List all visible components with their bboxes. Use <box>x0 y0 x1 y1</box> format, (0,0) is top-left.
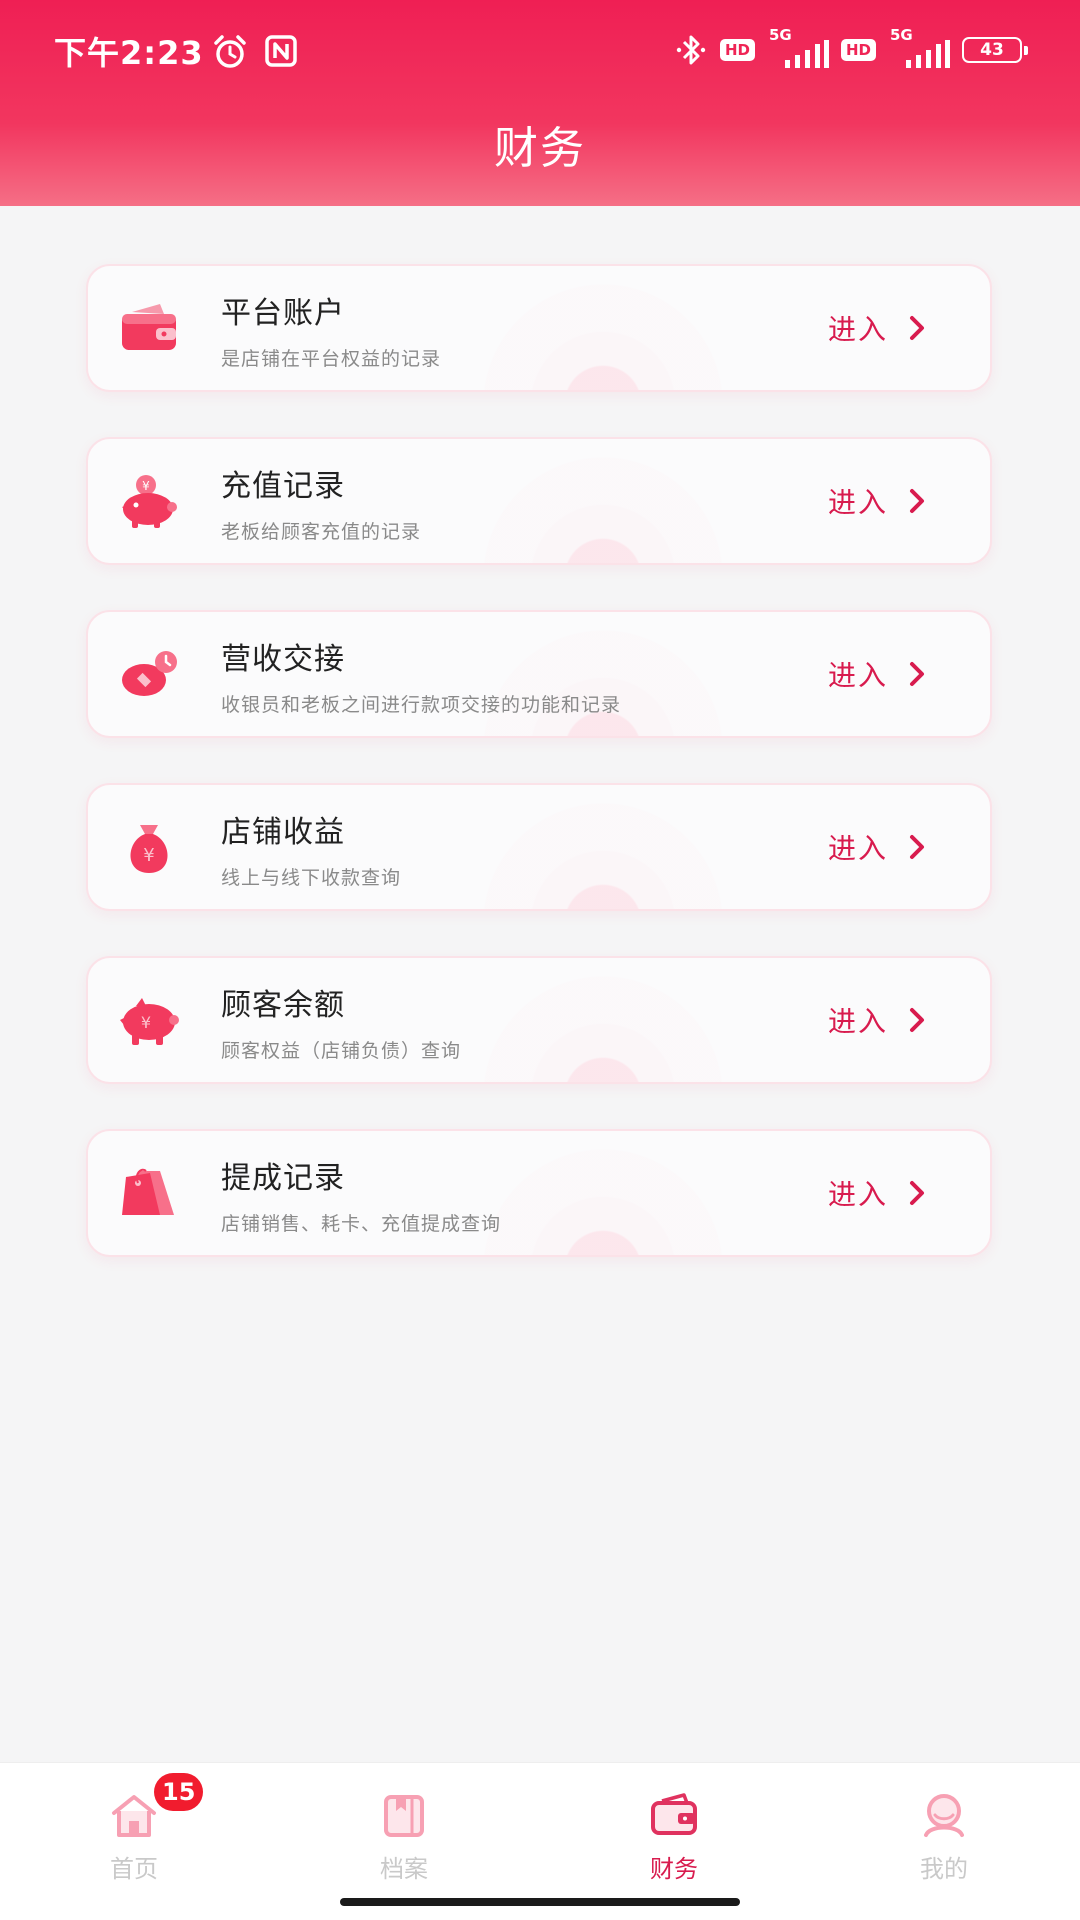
nav-label: 首页 <box>110 1855 158 1883</box>
archive-icon <box>384 1795 424 1837</box>
card-title: 平台账户 <box>221 296 345 331</box>
card-title: 顾客余额 <box>221 988 345 1023</box>
piggy-bank-coin-icon: ¥ <box>122 475 177 528</box>
wallet-icon <box>122 304 176 350</box>
home-indicator[interactable] <box>340 1898 740 1906</box>
enter-button[interactable]: 进入 <box>828 827 928 867</box>
card-subtitle: 店铺销售、耗卡、充值提成查询 <box>221 1213 502 1235</box>
card-watermark <box>483 976 723 1082</box>
chevron-right-icon <box>910 835 924 859</box>
money-bag-icon: ¥ <box>130 825 168 873</box>
svg-text:¥: ¥ <box>142 479 150 493</box>
card-subtitle: 顾客权益（店铺负债）查询 <box>221 1040 462 1062</box>
nav-label: 财务 <box>650 1855 698 1883</box>
page-title: 财务 <box>494 123 586 174</box>
signal-bars-icon <box>784 40 829 68</box>
card-subtitle: 老板给顾客充值的记录 <box>221 521 422 543</box>
nav-item-finance[interactable]: 财务 <box>574 1763 774 1883</box>
piggy-bank-icon: ¥ <box>120 998 179 1045</box>
notification-badge: 15 <box>154 1773 204 1811</box>
card-subtitle: 收银员和老板之间进行款项交接的功能和记录 <box>221 694 622 716</box>
chevron-right-icon <box>910 316 924 340</box>
hd-badge: HD <box>719 39 755 61</box>
enter-label: 进入 <box>827 1178 888 1211</box>
signal-icon-2: 5G <box>888 26 950 70</box>
chevron-right-icon <box>910 1181 924 1205</box>
enter-label: 进入 <box>827 313 888 346</box>
status-time: 下午2:23 <box>54 34 204 72</box>
card-platform-account[interactable]: 平台账户 是店铺在平台权益的记录 进入 <box>86 264 992 392</box>
coin-exchange-icon <box>122 651 177 696</box>
card-subtitle: 线上与线下收款查询 <box>221 867 402 889</box>
header: 下午2:23 HD 5G HD 5G 43 财务 <box>0 0 1080 206</box>
nfc-icon <box>265 35 297 67</box>
card-title: 提成记录 <box>221 1161 345 1196</box>
enter-button[interactable]: 进入 <box>828 308 928 348</box>
signal-icon: 5G <box>767 26 829 70</box>
alarm-icon <box>214 35 246 68</box>
card-watermark <box>483 630 723 736</box>
enter-label: 进入 <box>827 1005 888 1038</box>
bottom-nav: 15 首页 档案 财务 我的 <box>0 1762 1080 1920</box>
nav-label: 我的 <box>920 1855 968 1883</box>
finance-menu-list: 平台账户 是店铺在平台权益的记录 进入 ¥ 充值记录 老板给顾客充值的记录 进入… <box>86 264 992 1302</box>
svg-text:¥: ¥ <box>141 1013 151 1032</box>
chevron-right-icon <box>910 489 924 513</box>
card-watermark <box>483 457 723 563</box>
wallet-icon <box>651 1793 697 1835</box>
price-tag-icon <box>122 1168 174 1215</box>
card-title: 店铺收益 <box>221 815 345 850</box>
card-watermark <box>483 284 723 390</box>
card-recharge-records[interactable]: ¥ 充值记录 老板给顾客充值的记录 进入 <box>86 437 992 565</box>
card-title: 营收交接 <box>221 642 345 677</box>
status-bar: 下午2:23 HD 5G HD 5G 43 <box>0 0 1080 100</box>
enter-label: 进入 <box>827 832 888 865</box>
enter-button[interactable]: 进入 <box>828 654 928 694</box>
enter-label: 进入 <box>827 659 888 692</box>
svg-text:¥: ¥ <box>143 845 154 866</box>
profile-icon <box>924 1794 964 1837</box>
nav-item-home[interactable]: 15 首页 <box>34 1763 234 1883</box>
chevron-right-icon <box>910 662 924 686</box>
bluetooth-icon <box>676 35 706 65</box>
card-title: 充值记录 <box>221 469 345 504</box>
battery-level: 43 <box>980 40 1004 60</box>
signal-bars-icon-2 <box>906 40 950 68</box>
nav-label: 档案 <box>380 1855 428 1883</box>
enter-button[interactable]: 进入 <box>828 1173 928 1213</box>
battery-icon: 43 <box>962 37 1028 63</box>
nav-item-profile[interactable]: 我的 <box>844 1763 1044 1883</box>
card-commission-records[interactable]: 提成记录 店铺销售、耗卡、充值提成查询 进入 <box>86 1129 992 1257</box>
enter-label: 进入 <box>827 486 888 519</box>
card-watermark <box>483 1149 723 1255</box>
card-customer-balance[interactable]: ¥ 顾客余额 顾客权益（店铺负债）查询 进入 <box>86 956 992 1084</box>
status-icons: HD 5G HD 5G 43 <box>674 26 1028 70</box>
card-store-income[interactable]: ¥ 店铺收益 线上与线下收款查询 进入 <box>86 783 992 911</box>
card-revenue-handover[interactable]: 营收交接 收银员和老板之间进行款项交接的功能和记录 进入 <box>86 610 992 738</box>
hd-badge-2: HD <box>840 39 876 61</box>
home-icon <box>112 1795 156 1837</box>
finance-screen: 下午2:23 HD 5G HD 5G 43 财务 平台账户 是店铺在平台权益的记… <box>0 0 1080 1920</box>
card-subtitle: 是店铺在平台权益的记录 <box>221 348 442 370</box>
enter-button[interactable]: 进入 <box>828 481 928 521</box>
nav-item-archive[interactable]: 档案 <box>304 1763 504 1883</box>
chevron-right-icon <box>910 1008 924 1032</box>
enter-button[interactable]: 进入 <box>828 1000 928 1040</box>
card-watermark <box>483 803 723 909</box>
